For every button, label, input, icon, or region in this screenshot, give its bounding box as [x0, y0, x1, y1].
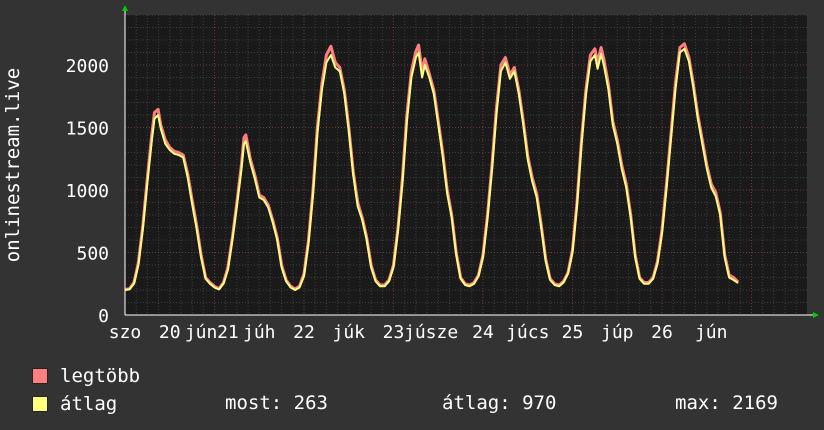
legend-label-legtobb: legtöbb [60, 365, 141, 387]
x-tick-label: 26 [651, 322, 673, 343]
stat-max: max: 2169 [675, 392, 778, 414]
y-tick-label: 0 [98, 306, 109, 327]
stat-most: most: 263 [225, 392, 328, 414]
chart: 0500100015002000 szo 20 jún 21 júh 22 júk 23 jús… [2, 5, 819, 343]
legend-swatch-atlag [32, 396, 48, 412]
x-tick-label: júcs [506, 322, 549, 343]
x-tick-label: júsze [404, 322, 458, 343]
x-tick-label: 23 [383, 322, 405, 343]
x-tick-label: jún [695, 322, 728, 343]
x-ticks: szo 20 jún 21 júh 22 júk 23 júsze 24 júcs 25 júp 26 jú… [109, 322, 728, 343]
x-tick-label: júk [332, 322, 365, 343]
stat-atlag: átlag: 970 [442, 392, 557, 414]
y-tick-label: 1500 [66, 119, 109, 140]
legend-item-legtobb: legtöbb [32, 362, 140, 390]
x-tick-label: 20 [159, 322, 181, 343]
legend-label-atlag: átlag [60, 393, 118, 415]
y-axis-label: onlinestream.live [2, 68, 24, 262]
x-tick-label: 22 [293, 322, 315, 343]
x-tick-label: 25 [562, 322, 584, 343]
y-tick-label: 500 [76, 244, 109, 265]
x-axis-arrow [813, 312, 819, 318]
x-tick-label: jún [185, 322, 218, 343]
y-tick-label: 1000 [66, 181, 109, 202]
x-tick-label: júh [243, 322, 276, 343]
legend-swatch-legtobb [32, 368, 48, 384]
legend-item-atlag: átlag [32, 390, 117, 418]
x-tick-label: júp [601, 322, 634, 343]
y-tick-label: 2000 [66, 56, 109, 77]
y-ticks: 0 500 1000 1500 2000 [66, 56, 109, 327]
x-tick-label: 24 [472, 322, 494, 343]
x-tick-label: szo [109, 322, 142, 343]
y-axis-arrow [122, 5, 128, 11]
x-tick-label: 21 [217, 322, 239, 343]
